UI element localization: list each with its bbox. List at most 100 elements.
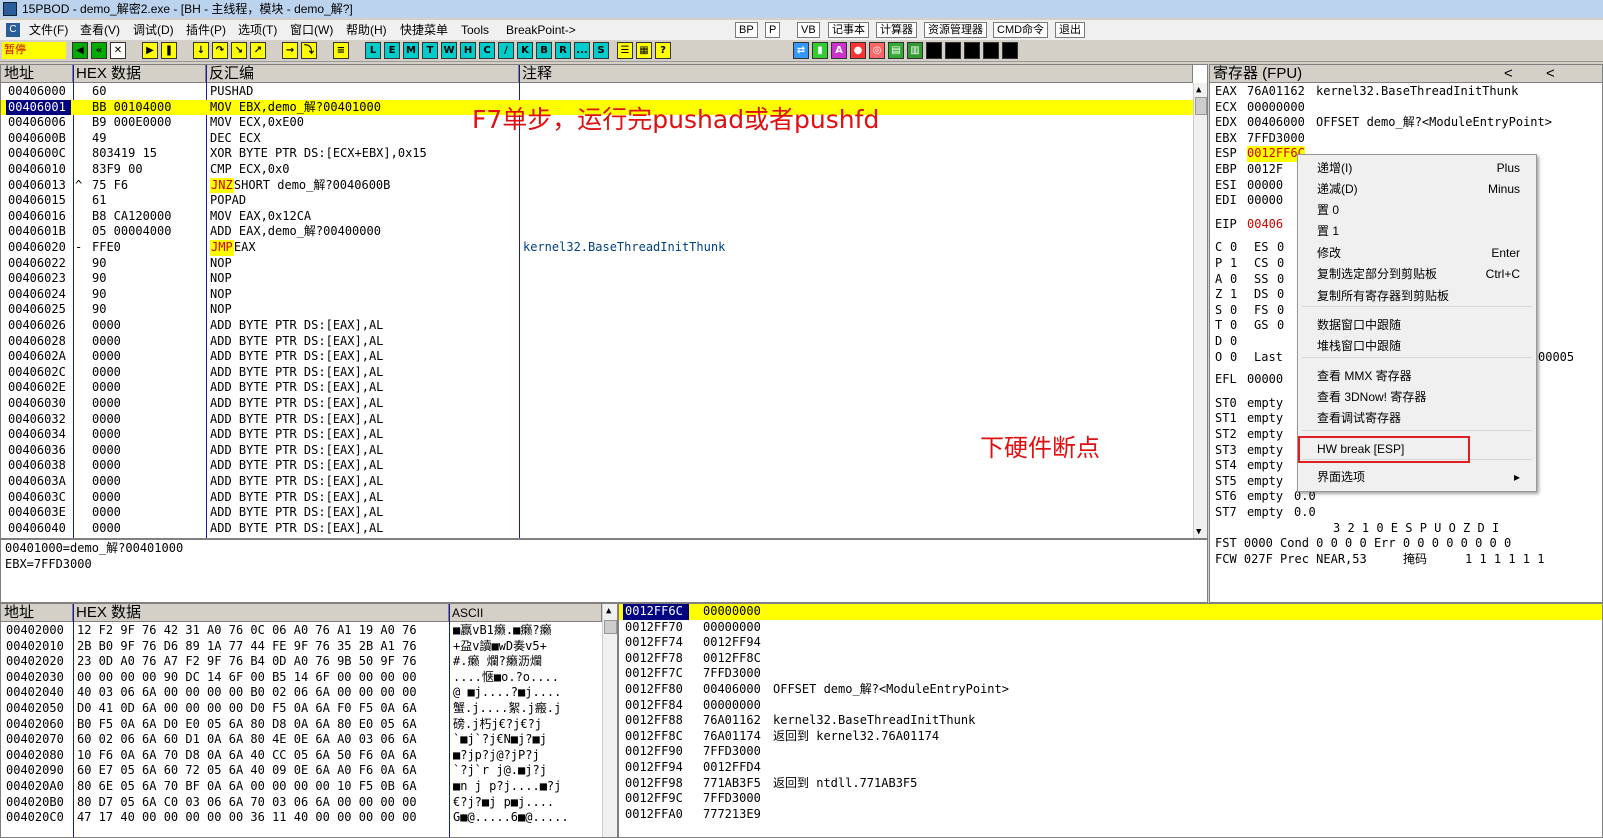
disasm-row[interactable]: 0040601B 05 00004000 ADD EAX,demo_解?004000…	[1, 224, 1193, 240]
stack-row[interactable]: 0012FF94 0012FFD4	[619, 760, 1602, 776]
menu-help[interactable]: 帮助(H)	[346, 20, 387, 40]
trace-over-icon[interactable]: ↗	[250, 42, 266, 59]
run-trace-icon[interactable]: ...	[574, 42, 590, 59]
help-icon[interactable]: ?	[655, 42, 671, 59]
calculator-button[interactable]: 计算器	[876, 22, 917, 38]
stack-row[interactable]: 0012FF8C 76A01174 返回到 kernel32.76A01174	[619, 729, 1602, 745]
plugin-icon-4[interactable]: ◎	[869, 42, 885, 59]
disasm-row[interactable]: 00406010 83F9 00 CMP ECX,0x0	[1, 162, 1193, 178]
stack-row[interactable]: 0012FF90 7FFD3000	[619, 744, 1602, 760]
context-menu-item[interactable]: 置 0	[1298, 200, 1536, 220]
stack-row[interactable]: 0012FF80 00406000 OFFSET demo_解?<ModuleEnt…	[619, 682, 1602, 698]
disasm-row[interactable]: 00406020- FFE0 JMP EAX kernel32.BaseThreadI…	[1, 240, 1193, 256]
registers-nav-next-icon[interactable]: <	[1546, 65, 1555, 82]
stack-row[interactable]: 0012FF78 0012FF8C	[619, 651, 1602, 667]
context-menu-item[interactable]: 递减(D) Minus	[1298, 179, 1536, 199]
plugin-icon-6[interactable]: ▥	[907, 42, 923, 59]
disasm-row[interactable]: 00406000 60 PUSHAD	[1, 84, 1193, 100]
menu-file[interactable]: 文件(F)	[29, 20, 68, 40]
scroll-down-icon[interactable]: ▼	[1196, 527, 1201, 537]
notepad-button[interactable]: 记事本	[828, 22, 869, 38]
menu-view[interactable]: 查看(V)	[80, 20, 120, 40]
context-menu-item[interactable]: 复制选定部分到剪贴板 Ctrl+C	[1298, 264, 1536, 284]
disasm-row[interactable]: 0040602E 0000 ADD BYTE PTR DS:[EAX],AL	[1, 380, 1193, 396]
stack-row[interactable]: 0012FF6C 00000000	[619, 604, 1602, 620]
register-row[interactable]: ECX 00000000	[1210, 100, 1600, 116]
stack-row[interactable]: 0012FF9C 7FFD3000	[619, 791, 1602, 807]
references-icon[interactable]: R	[555, 42, 571, 59]
dump-col-ascii[interactable]: ASCII	[449, 604, 602, 622]
step-into-icon[interactable]: ↓	[193, 42, 209, 59]
memory-icon[interactable]: M	[403, 42, 419, 59]
p-button[interactable]: P	[765, 22, 781, 38]
col-header-address[interactable]: 地址	[1, 65, 73, 83]
modules-icon[interactable]: E	[384, 42, 400, 59]
menu-window[interactable]: 窗口(W)	[290, 20, 333, 40]
open-icon[interactable]: ◀	[72, 42, 88, 59]
registers-nav-prev-icon[interactable]: <	[1504, 65, 1513, 82]
scroll-thumb[interactable]	[604, 620, 617, 634]
menu-shortcut[interactable]: 快捷菜单	[400, 20, 448, 40]
disasm-row[interactable]: 00406024 90 NOP	[1, 287, 1193, 303]
dump-row[interactable]: 00402080 10 F6 0A 6A 70 D8 0A 6A 40 CC 05…	[1, 748, 601, 764]
goto-icon[interactable]: ⤵	[301, 42, 317, 59]
stack-row[interactable]: 0012FF70 00000000	[619, 620, 1602, 636]
stack-row[interactable]: 0012FFA0 777213E9	[619, 807, 1602, 823]
disasm-row[interactable]: 0040602A 0000 ADD BYTE PTR DS:[EAX],AL	[1, 349, 1193, 365]
menu-debug[interactable]: 调试(D)	[133, 20, 174, 40]
disasm-scrollbar[interactable]: ▲ ▼	[1193, 83, 1207, 538]
context-menu-item[interactable]: 置 1	[1298, 221, 1536, 241]
close-icon[interactable]: ✕	[110, 42, 126, 59]
register-row[interactable]: EBX 7FFD3000	[1210, 131, 1600, 147]
rewind-icon[interactable]: «	[91, 42, 107, 59]
register-row[interactable]: EDX 00406000 OFFSET demo_解?<ModuleEntryPoi…	[1210, 115, 1600, 131]
scroll-thumb[interactable]	[1195, 97, 1207, 115]
cmd-button[interactable]: CMD命令	[993, 22, 1049, 38]
stack-panel[interactable]: 0012FF6C 00000000 0012FF70 00000000 0012FF74…	[618, 603, 1603, 838]
dump-row[interactable]: 004020C0 47 17 40 00 00 00 00 00 36 11 40…	[1, 810, 601, 826]
dump-row[interactable]: 00402010 2B B0 9F 76 D6 89 1A 77 44 FE 9F…	[1, 639, 601, 655]
disasm-row[interactable]: 00406025 90 NOP	[1, 302, 1193, 318]
dump-row[interactable]: 00402030 00 00 00 00 90 DC 14 6F 00 B5 14…	[1, 670, 601, 686]
disasm-row[interactable]: 0040603C 0000 ADD BYTE PTR DS:[EAX],AL	[1, 490, 1193, 506]
plugin-icon-7[interactable]	[926, 42, 942, 59]
context-menu-item[interactable]: 查看 MMX 寄存器	[1298, 366, 1536, 386]
refresh-icon[interactable]: ⇄	[793, 42, 809, 59]
disasm-row[interactable]: 0040603A 0000 ADD BYTE PTR DS:[EAX],AL	[1, 474, 1193, 490]
disasm-row[interactable]: 0040600C 803419 15 XOR BYTE PTR DS:[ECX+EB…	[1, 146, 1193, 162]
scroll-up-icon[interactable]: ▲	[606, 606, 611, 616]
disasm-row[interactable]: 00406022 90 NOP	[1, 256, 1193, 272]
dump-row[interactable]: 00402050 D0 41 0D 6A 00 00 00 00 D0 F5 0A…	[1, 701, 601, 717]
stack-row[interactable]: 0012FF7C 7FFD3000	[619, 666, 1602, 682]
bp-button[interactable]: BP	[735, 22, 758, 38]
stack-row[interactable]: 0012FF74 0012FF94	[619, 635, 1602, 651]
disasm-row[interactable]: 00406013 ^ 75 F6 JNZ SHORT demo_解?0040600B	[1, 177, 1193, 194]
disasm-row[interactable]: 00406026 0000 ADD BYTE PTR DS:[EAX],AL	[1, 318, 1193, 334]
cpu-icon[interactable]: C	[479, 42, 495, 59]
exit-button[interactable]: 退出	[1055, 22, 1085, 38]
context-menu-item[interactable]: 界面选项 ▸	[1298, 467, 1536, 487]
windows-icon[interactable]: W	[441, 42, 457, 59]
step-over-icon[interactable]: ↷	[212, 42, 228, 59]
dump-col-address[interactable]: 地址	[1, 604, 73, 622]
run-icon[interactable]: ▶	[142, 42, 158, 59]
dump-row[interactable]: 004020B0 80 D7 05 6A C0 03 06 6A 70 03 06…	[1, 795, 601, 811]
dump-row[interactable]: 00402070 60 02 06 6A 60 D1 0A 6A 80 4E 0E…	[1, 732, 601, 748]
plugin-icon-9[interactable]	[964, 42, 980, 59]
plugin-icon-3[interactable]: ●	[850, 42, 866, 59]
col-header-disasm[interactable]: 反汇编	[206, 65, 519, 83]
dump-row[interactable]: 00402000 12 F2 9F 76 42 31 A0 76 0C 06 A0…	[1, 623, 601, 639]
list-icon[interactable]: ≡	[333, 42, 349, 59]
pause-icon[interactable]: ❚	[161, 42, 177, 59]
trace-into-icon[interactable]: ↘	[231, 42, 247, 59]
system-menu-icon[interactable]: C	[6, 23, 20, 37]
context-menu-item[interactable]: 复制所有寄存器到剪贴板	[1298, 286, 1536, 306]
memory-dump-panel[interactable]: 地址 HEX 数据 ASCII 00402000 12 F2 9F 76 42 3…	[0, 603, 618, 838]
breakpoints-icon[interactable]: B	[536, 42, 552, 59]
disasm-row[interactable]: 00406032 0000 ADD BYTE PTR DS:[EAX],AL	[1, 412, 1193, 428]
menu-options[interactable]: 选项(T)	[238, 20, 277, 40]
call-stack-icon[interactable]: K	[517, 42, 533, 59]
appearance-icon[interactable]: ▦	[636, 42, 652, 59]
stack-row[interactable]: 0012FF88 76A01162 kernel32.BaseThreadInitT…	[619, 713, 1602, 729]
stack-row[interactable]: 0012FF98 771AB3F5 返回到 ntdll.771AB3F5	[619, 776, 1602, 792]
